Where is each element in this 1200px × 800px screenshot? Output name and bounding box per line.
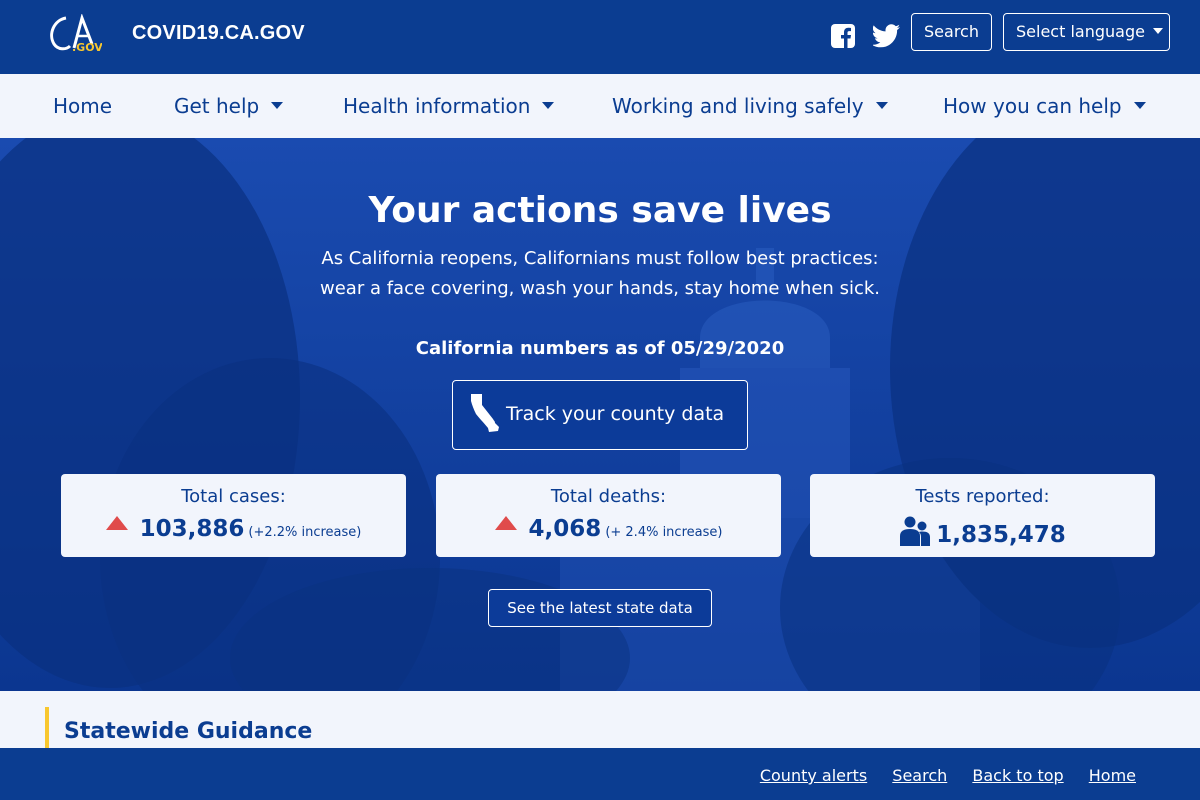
statewide-guidance-section: Statewide Guidance [0,691,1200,748]
stat-title: Tests reported: [915,486,1050,507]
track-county-data-button[interactable]: Track your county data [452,380,748,450]
stat-change: (+ 2.4% increase) [605,525,723,540]
hero-intro: As California reopens, Californians must… [300,244,900,304]
california-map-icon [471,394,499,432]
hero-section: Your actions save lives As California re… [0,138,1200,691]
numbers-as-of-date: California numbers as of 05/29/2020 [415,338,785,359]
footer-bar: County alerts Search Back to top Home [0,748,1200,800]
latest-state-data-button[interactable]: See the latest state data [488,589,712,627]
chevron-down-icon [875,102,888,109]
chevron-down-icon [1152,28,1163,34]
footer-link-county-alerts[interactable]: County alerts [760,766,867,785]
stat-change: (+2.2% increase) [248,525,362,540]
stat-value: 4,068 [528,516,602,542]
nav-item-home[interactable]: Home [53,94,112,118]
nav-item-label: Health information [343,94,531,118]
nav-item-health-information[interactable]: Health information [343,94,555,118]
top-bar: .GOV COVID19.CA.GOV Search Select langua… [0,0,1200,74]
stat-value-row: 4,068 (+ 2.4% increase) [436,516,781,542]
language-select[interactable]: Select language [1003,13,1170,51]
stat-card-total-deaths: Total deaths: 4,068 (+ 2.4% increase) [436,474,781,557]
statewide-guidance-title: Statewide Guidance [64,719,313,744]
nav-item-label: Home [53,94,113,118]
stat-value: 1,835,478 [936,522,1066,548]
stat-card-total-cases: Total cases: 103,886 (+2.2% increase) [61,474,406,557]
hero-intro-line: wear a face covering, wash your hands, s… [320,278,880,299]
footer-links: County alerts Search Back to top Home [740,766,1136,785]
stat-title: Total cases: [181,486,286,507]
language-select-label: Select language [1016,22,1145,41]
hero-title: Your actions save lives [368,190,832,231]
twitter-icon[interactable] [873,24,901,48]
chevron-down-icon [271,102,284,109]
stat-card-tests-reported: Tests reported: 1,835,478 [810,474,1155,557]
footer-link-search[interactable]: Search [892,766,947,785]
people-icon [900,516,931,546]
svg-text:.GOV: .GOV [72,41,102,54]
stat-value: 103,886 [139,516,245,542]
footer-link-home[interactable]: Home [1089,766,1136,785]
triangle-up-icon [105,516,128,530]
facebook-icon[interactable] [831,24,855,48]
nav-item-working-and-living-safely[interactable]: Working and living safely [612,94,888,118]
nav-item-label: How you can help [943,94,1122,118]
footer-link-back-to-top[interactable]: Back to top [972,766,1063,785]
search-button[interactable]: Search [911,13,992,51]
track-county-data-label: Track your county data [506,403,725,425]
nav-item-get-help[interactable]: Get help [174,94,284,118]
triangle-up-icon [494,516,517,530]
accent-bar [45,707,49,748]
hero-intro-line: As California reopens, Californians must… [321,248,879,269]
ca-gov-logo[interactable]: .GOV [46,14,102,54]
stat-value-row: 1,835,478 [810,516,1155,548]
nav-item-label: Working and living safely [612,94,864,118]
site-name[interactable]: COVID19.CA.GOV [132,22,305,45]
stat-value-row: 103,886 (+2.2% increase) [61,516,406,542]
nav-item-how-you-can-help[interactable]: How you can help [943,94,1146,118]
main-nav: Home Get help Health information Working… [0,74,1200,138]
chevron-down-icon [542,102,555,109]
stat-title: Total deaths: [550,486,667,507]
nav-item-label: Get help [174,94,260,118]
chevron-down-icon [1133,102,1146,109]
